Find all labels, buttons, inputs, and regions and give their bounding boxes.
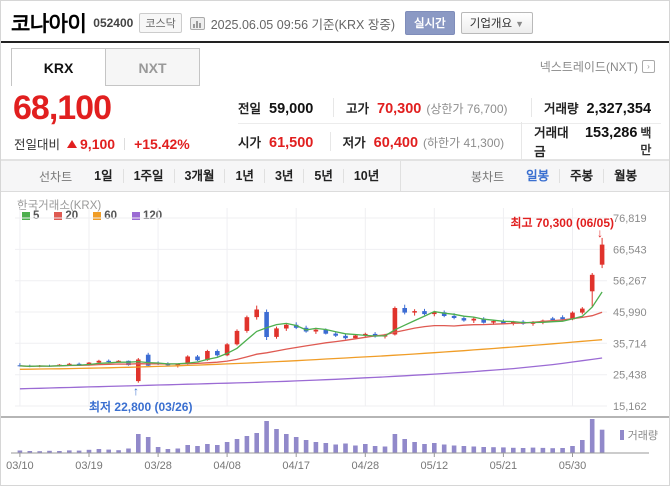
svg-text:03/19: 03/19 <box>75 460 103 472</box>
summary-amount: 거래대금 153,286 백만 <box>521 122 661 160</box>
svg-text:03/10: 03/10 <box>6 460 34 472</box>
volume-legend-label: 거래량 <box>627 430 658 442</box>
amount-label: 거래대금 <box>534 126 569 159</box>
svg-text:05/30: 05/30 <box>559 460 587 472</box>
arrow-up-icon: ↑ <box>133 384 139 398</box>
high-value: 70,300 <box>377 100 422 117</box>
svg-text:25,438: 25,438 <box>613 370 647 382</box>
prev-value: 59,000 <box>269 100 314 117</box>
price-change-row: 전일대비 9,100 +15.42% <box>14 134 190 153</box>
toolbar-divider <box>400 161 401 191</box>
change-percent: +15.42% <box>134 135 190 152</box>
open-label: 시가 <box>238 135 262 150</box>
candlestick-chart: 76,819 66,543 56,267 45,990 35,714 25,438 15,1… <box>1 208 669 472</box>
svg-text:05/21: 05/21 <box>490 460 518 472</box>
svg-text:03/28: 03/28 <box>144 460 172 472</box>
volume-chip-icon <box>619 430 624 440</box>
company-overview-button[interactable]: 기업개요 ▼ <box>460 12 533 34</box>
svg-text:05/12: 05/12 <box>421 460 449 472</box>
volume-label: 거래량 <box>544 101 579 116</box>
high-label: 고가 <box>346 101 370 116</box>
toolbar-mode-0[interactable]: 일봉 <box>516 169 559 183</box>
low-value: 60,400 <box>373 134 419 151</box>
high-limit: (상한가 76,700) <box>426 101 508 116</box>
amount-unit: 백만 <box>640 126 652 157</box>
stock-title: 코나아이 <box>11 13 87 36</box>
svg-text:45,990: 45,990 <box>613 307 647 319</box>
divider <box>124 137 126 150</box>
arrow-down-icon: ↓ <box>597 226 603 240</box>
tab-krx[interactable]: KRX <box>11 48 106 86</box>
toolbar-period-0[interactable]: 1일 <box>84 169 122 183</box>
svg-text:66,543: 66,543 <box>613 244 647 256</box>
toolbar-mode-1[interactable]: 주봉 <box>559 169 604 183</box>
candle-chart-label: 봉차트 <box>471 169 505 184</box>
svg-text:04/17: 04/17 <box>282 460 310 472</box>
low-label: 저가 <box>342 135 366 150</box>
mini-chart-icon <box>189 16 205 30</box>
nextrade-link[interactable]: 넥스트레이드(NXT) › <box>540 58 655 75</box>
price-chart[interactable]: 한국거래소(KRX) 5 20 60 120 76,819 66,543 56,267 45… <box>1 193 669 485</box>
market-badge: 코스닥 <box>139 13 182 33</box>
summary-high: 고가 70,300 (상한가 76,700) <box>333 97 531 117</box>
volume-value: 2,327,354 <box>586 100 652 117</box>
stock-code: 052400 <box>93 16 134 30</box>
svg-text:76,819: 76,819 <box>613 213 647 225</box>
company-overview-label: 기업개요 <box>469 18 513 30</box>
toolbar-mode-2[interactable]: 월봉 <box>603 169 648 183</box>
toolbar-period-5[interactable]: 5년 <box>303 169 343 183</box>
period-low-annotation: 최저 22,800 (03/26) <box>89 400 193 414</box>
realtime-button[interactable]: 실시간 <box>405 11 455 35</box>
external-link-icon: › <box>642 60 655 73</box>
toolbar-period-3[interactable]: 1년 <box>224 169 264 183</box>
svg-text:35,714: 35,714 <box>613 338 647 350</box>
tab-nxt[interactable]: NXT <box>105 48 200 86</box>
toolbar-period-4[interactable]: 3년 <box>263 169 304 183</box>
toolbar-period-2[interactable]: 3개월 <box>173 169 225 183</box>
summary-open: 시가 61,500 <box>238 132 330 151</box>
svg-text:56,267: 56,267 <box>613 276 647 288</box>
chart-toolbar: 선차트 1일 1주일 3개월 1년 3년 5년 10년 봉차트 일봉 주봉 월봉 <box>1 160 669 192</box>
low-limit: (하한가 41,300) <box>423 135 505 150</box>
summary-low: 저가 60,400 (하한가 41,300) <box>329 131 521 151</box>
svg-text:04/28: 04/28 <box>352 460 380 472</box>
summary-prev: 전일 59,000 <box>238 98 333 117</box>
change-label: 전일대비 <box>14 138 61 152</box>
summary-volume: 거래량 2,327,354 <box>531 97 652 117</box>
nextrade-link-label: 넥스트레이드(NXT) <box>539 60 638 74</box>
chevron-down-icon: ▼ <box>515 19 524 29</box>
volume-legend: 거래량 <box>619 427 658 443</box>
header-divider <box>1 41 669 43</box>
toolbar-period-6[interactable]: 10년 <box>342 169 390 183</box>
open-value: 61,500 <box>269 134 314 151</box>
prev-label: 전일 <box>238 101 262 116</box>
change-value: 9,100 <box>80 135 116 152</box>
summary-table: 전일 59,000 고가 70,300 (상한가 76,700) 거래량 2,3… <box>238 91 661 160</box>
svg-text:04/08: 04/08 <box>213 460 241 472</box>
amount-value: 153,286 <box>584 125 638 141</box>
svg-text:15,162: 15,162 <box>613 401 647 413</box>
stock-page: 코나아이 052400 코스닥 2025.06.05 09:56 기준(KRX … <box>0 0 670 486</box>
line-chart-label: 선차트 <box>39 169 73 184</box>
current-price: 68,100 <box>13 89 112 127</box>
up-triangle-icon <box>67 139 78 148</box>
quote-datetime: 2025.06.05 09:56 기준(KRX 장중) <box>210 17 395 32</box>
header: 코나아이 052400 코스닥 2025.06.05 09:56 기준(KRX … <box>1 1 669 41</box>
toolbar-period-1[interactable]: 1주일 <box>122 169 174 183</box>
